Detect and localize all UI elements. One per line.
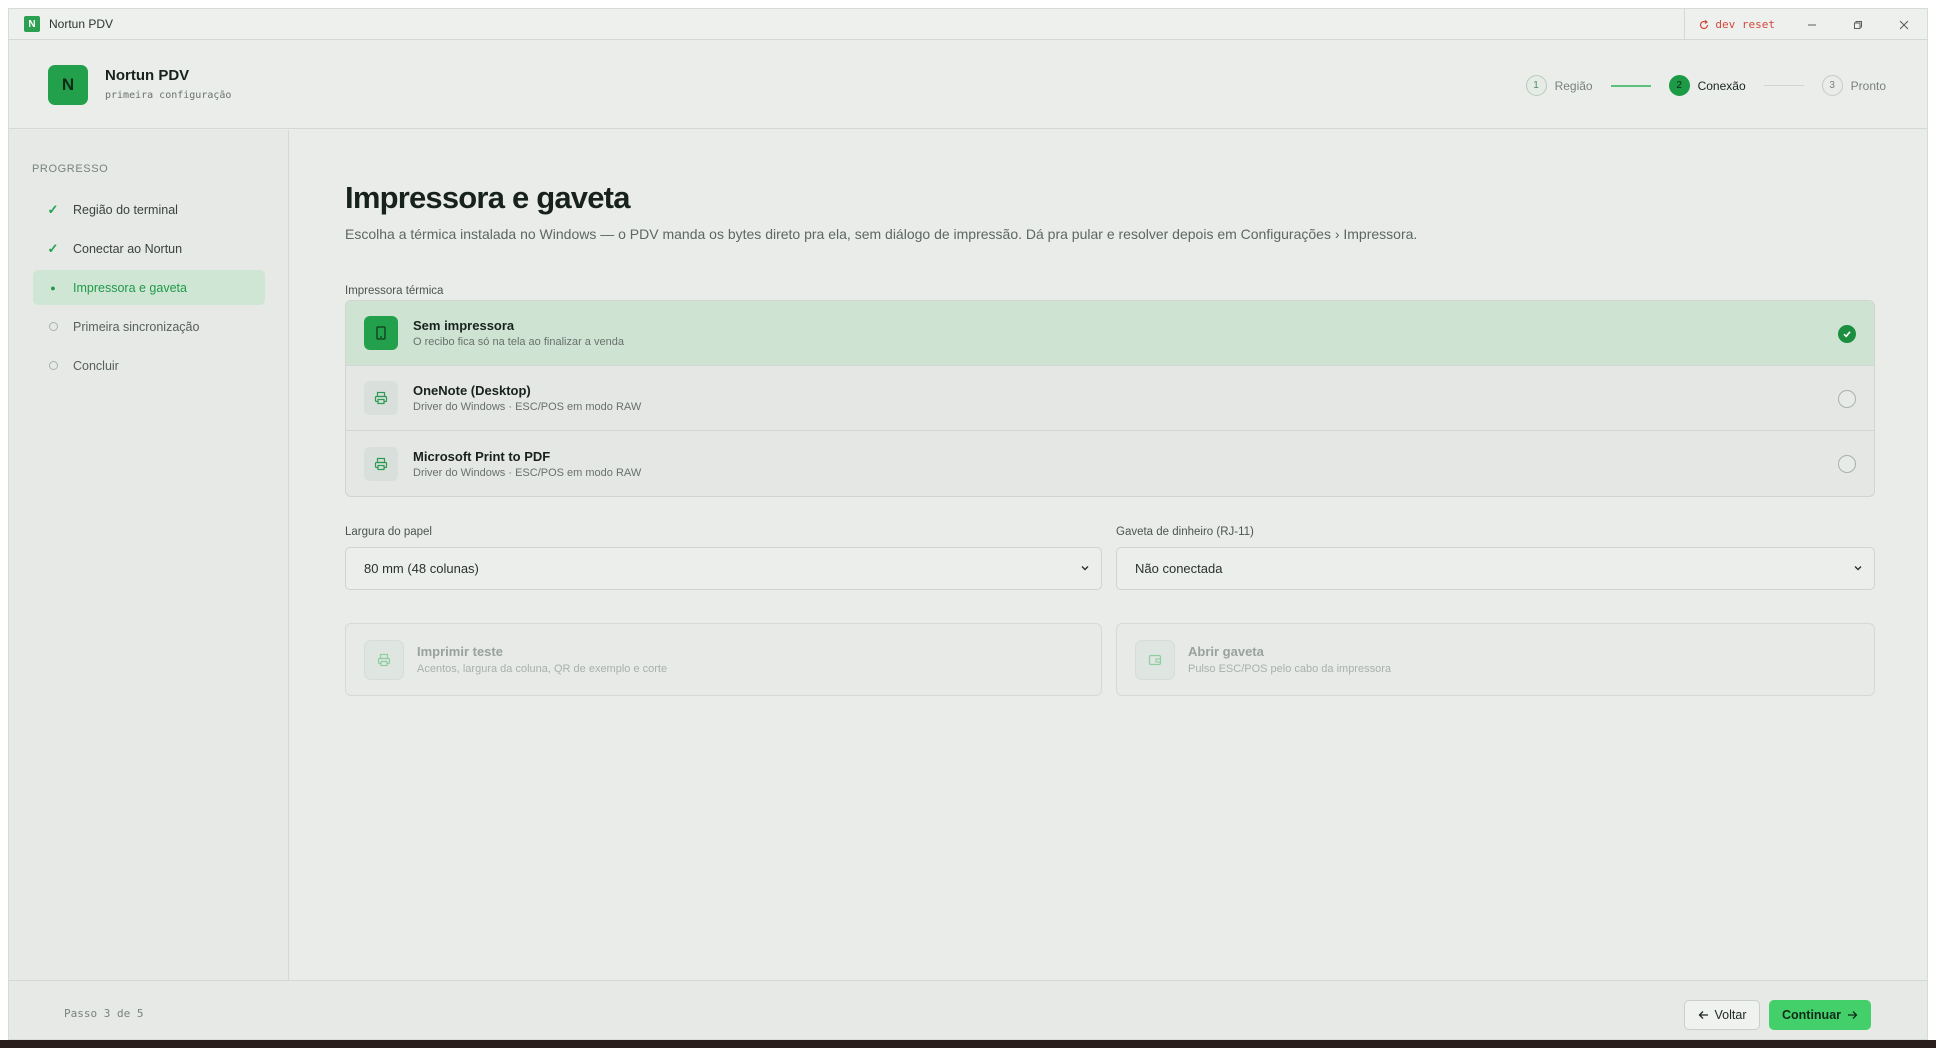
printer-description: Driver do Windows · ESC/POS em modo RAW	[413, 401, 642, 413]
wizard-footer: Passo 3 de 5 Voltar Continuar	[9, 980, 1927, 1039]
sidebar-item-concluir[interactable]: Concluir	[33, 348, 265, 383]
restore-icon	[1854, 20, 1862, 29]
cash-drawer-select[interactable]: Não conectada	[1116, 547, 1875, 590]
main-content: Impressora e gaveta Escolha a térmica in…	[290, 130, 1927, 980]
printer-icon	[364, 381, 398, 415]
stepper-connector	[1610, 84, 1651, 87]
progress-sidebar: PROGRESSO ✓ Região do terminal ✓ Conecta…	[9, 130, 289, 980]
arrow-left-icon	[1698, 1011, 1708, 1019]
radio-empty-icon[interactable]	[1838, 390, 1856, 408]
pending-circle-icon	[43, 322, 63, 331]
chevron-down-icon	[1854, 566, 1862, 571]
printer-description: Driver do Windows · ESC/POS em modo RAW	[413, 466, 642, 479]
print-test-button[interactable]: Imprimir teste Acentos, largura da colun…	[345, 623, 1102, 696]
screen-icon	[364, 316, 398, 350]
cash-drawer-label: Gaveta de dinheiro (RJ-11)	[1116, 526, 1254, 538]
chevron-down-icon	[1081, 566, 1089, 571]
step-number: 3	[1821, 75, 1843, 96]
open-drawer-button[interactable]: Abrir gaveta Pulso ESC/POS pelo cabo da …	[1116, 623, 1875, 696]
app-logo-small-icon: N	[24, 16, 40, 32]
window-title: Nortun PDV	[49, 17, 114, 31]
printer-option-none[interactable]: Sem impressora O recibo fica só na tela …	[346, 301, 1874, 366]
printer-icon	[364, 639, 404, 680]
dev-reset-label: dev reset	[1715, 18, 1775, 31]
pending-circle-icon	[43, 361, 63, 370]
back-label: Voltar	[1714, 1008, 1747, 1022]
action-description: Pulso ESC/POS pelo cabo da impressora	[1188, 663, 1391, 675]
title-bar: N Nortun PDV dev reset	[9, 9, 1927, 40]
sidebar-item-sincronizacao[interactable]: Primeira sincronização	[33, 309, 265, 344]
os-taskbar-edge	[0, 1040, 1936, 1048]
step-label: Região	[1554, 78, 1593, 93]
printer-name: Microsoft Print to PDF	[413, 448, 551, 464]
cash-drawer-value: Não conectada	[1135, 561, 1223, 576]
printer-name: OneNote (Desktop)	[413, 383, 531, 398]
step-number: 1	[1525, 75, 1547, 96]
minimize-button[interactable]	[1789, 9, 1835, 40]
stepper-step-regiao: 1 Região	[1525, 75, 1593, 96]
printer-options: Sem impressora O recibo fica só na tela …	[345, 300, 1875, 497]
printer-option-onenote[interactable]: OneNote (Desktop) Driver do Windows · ES…	[346, 366, 1874, 431]
current-dot-icon: ●	[50, 282, 56, 293]
sidebar-item-label: Primeira sincronização	[73, 319, 200, 334]
action-name: Abrir gaveta	[1188, 644, 1264, 659]
dev-reset-button[interactable]: dev reset	[1684, 9, 1789, 40]
stepper-step-pronto: 3 Pronto	[1821, 75, 1886, 96]
page-title: Impressora e gaveta	[345, 180, 630, 215]
printer-field-label: Impressora térmica	[345, 285, 444, 297]
printer-icon	[364, 446, 398, 481]
paper-width-value: 80 mm (48 colunas)	[364, 561, 479, 576]
step-number: 2	[1668, 75, 1690, 96]
radio-selected-icon[interactable]	[1838, 325, 1856, 343]
reset-icon	[1700, 19, 1709, 29]
stepper-step-conexao: 2 Conexão	[1668, 75, 1746, 96]
app-logo: N	[48, 65, 88, 105]
check-icon: ✓	[47, 201, 59, 217]
step-label: Conexão	[1697, 78, 1746, 93]
page-description: Escolha a térmica instalada no Windows —…	[345, 226, 1418, 242]
paper-width-select[interactable]: 80 mm (48 colunas)	[345, 547, 1102, 590]
minimize-icon	[1808, 24, 1816, 25]
step-counter: Passo 3 de 5	[64, 1007, 144, 1020]
sidebar-item-conectar[interactable]: ✓ Conectar ao Nortun	[33, 231, 265, 266]
sidebar-title: PROGRESSO	[32, 163, 109, 175]
printer-description: O recibo fica só na tela ao finalizar a …	[413, 336, 624, 348]
progress-list: ✓ Região do terminal ✓ Conectar ao Nortu…	[33, 192, 265, 387]
close-icon	[1899, 20, 1909, 29]
printer-option-pdf[interactable]: Microsoft Print to PDF Driver do Windows…	[346, 431, 1874, 496]
app-window: N Nortun PDV dev reset N Nortun PDV prim…	[8, 8, 1928, 1040]
sidebar-item-label: Conectar ao Nortun	[73, 241, 183, 256]
drawer-icon	[1135, 639, 1175, 680]
sidebar-item-impressora[interactable]: ● Impressora e gaveta	[33, 270, 265, 305]
action-name: Imprimir teste	[417, 644, 503, 659]
action-description: Acentos, largura da coluna, QR de exempl…	[417, 663, 668, 675]
check-icon: ✓	[47, 240, 59, 256]
stepper-connector	[1763, 85, 1804, 86]
window-controls: dev reset	[1684, 9, 1927, 40]
app-name: Nortun PDV	[105, 67, 190, 84]
paper-width-label: Largura do papel	[345, 526, 432, 538]
restore-button[interactable]	[1835, 9, 1881, 40]
app-header: N Nortun PDV primeira configuração 1 Reg…	[9, 41, 1927, 129]
back-button[interactable]: Voltar	[1684, 1000, 1760, 1030]
continue-label: Continuar	[1781, 1008, 1842, 1022]
sidebar-item-label: Concluir	[73, 358, 119, 373]
stepper: 1 Região 2 Conexão 3 Pronto	[1525, 75, 1886, 96]
sidebar-item-regiao[interactable]: ✓ Região do terminal	[33, 192, 265, 227]
radio-empty-icon[interactable]	[1838, 455, 1856, 473]
close-button[interactable]	[1881, 9, 1927, 40]
arrow-right-icon	[1848, 1011, 1858, 1019]
sidebar-item-label: Impressora e gaveta	[73, 280, 187, 295]
continue-button[interactable]: Continuar	[1769, 1000, 1871, 1030]
app-subtitle: primeira configuração	[105, 90, 232, 101]
printer-name: Sem impressora	[413, 318, 515, 333]
sidebar-item-label: Região do terminal	[73, 202, 178, 217]
step-label: Pronto	[1850, 78, 1886, 93]
